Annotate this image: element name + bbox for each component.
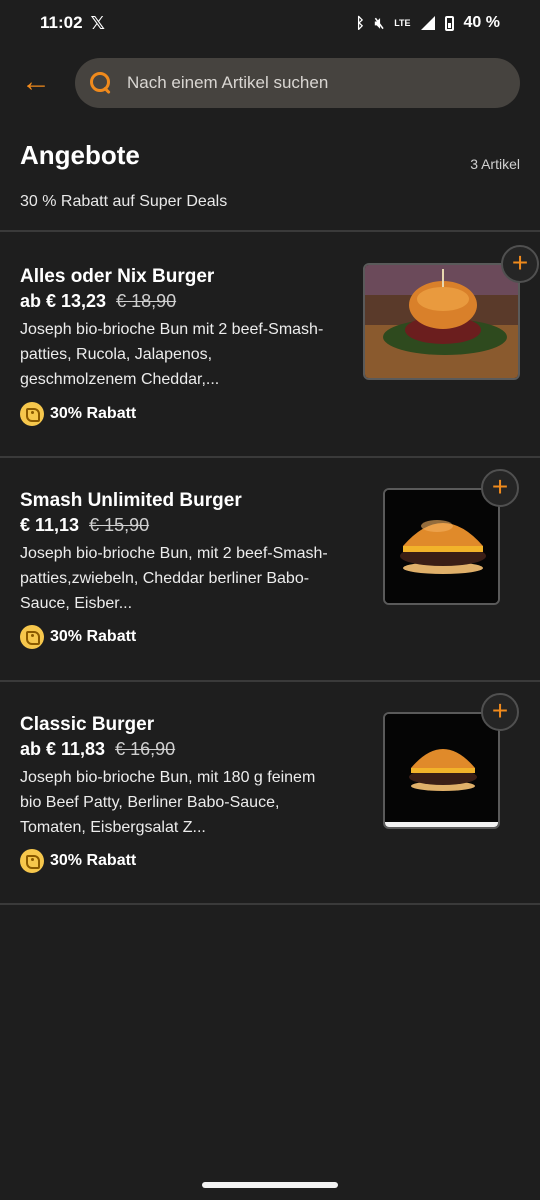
search-input[interactable]: Nach einem Artikel suchen xyxy=(75,58,520,108)
arrow-left-icon: ← xyxy=(21,65,51,98)
section-header: Angebote 3 Artikel xyxy=(20,140,520,172)
discount-tag-icon xyxy=(20,402,44,426)
x-app-icon: 𝕏 xyxy=(90,12,106,33)
product-description: Joseph bio-brioche Bun, mit 2 beef-Smash… xyxy=(20,545,328,612)
product-price: ab € 13,23 xyxy=(20,291,107,311)
discount-tag-icon xyxy=(20,625,44,649)
product-card[interactable]: Alles oder Nix Burger ab € 13,23 € 18,90… xyxy=(0,232,540,454)
price-row: € 11,13 € 15,90 xyxy=(20,515,149,536)
add-to-cart-button[interactable]: + xyxy=(501,245,539,283)
battery-icon xyxy=(444,15,454,31)
page-title: Angebote xyxy=(20,140,140,170)
product-old-price: € 18,90 xyxy=(116,291,177,311)
discount-badge: 30% Rabatt xyxy=(20,625,136,649)
home-indicator[interactable] xyxy=(202,1182,338,1188)
product-price: € 11,13 xyxy=(20,515,80,535)
back-button[interactable]: ← xyxy=(18,64,54,100)
burger-photo xyxy=(385,490,498,603)
product-old-price: € 15,90 xyxy=(89,515,150,535)
discount-tag-icon xyxy=(20,849,44,873)
product-name: Smash Unlimited Burger xyxy=(20,490,242,511)
discount-label: 30% Rabatt xyxy=(50,852,137,869)
product-name: Classic Burger xyxy=(20,714,155,735)
discount-label: 30% Rabatt xyxy=(50,628,137,645)
product-card[interactable]: Classic Burger ab € 11,83 € 16,90 Joseph… xyxy=(0,682,540,904)
plus-icon: + xyxy=(511,247,529,278)
search-icon xyxy=(89,71,113,95)
burger-photo xyxy=(365,265,518,378)
bluetooth-icon: ᛒ xyxy=(355,14,365,32)
top-bar: ← Nach einem Artikel suchen xyxy=(0,58,540,108)
product-description: Joseph bio-brioche Bun, mit 180 g feinem… xyxy=(20,769,316,836)
search-placeholder: Nach einem Artikel suchen xyxy=(127,73,329,92)
signal-icon xyxy=(420,16,435,30)
discount-label: 30% Rabatt xyxy=(50,405,137,422)
product-old-price: € 16,90 xyxy=(115,739,176,759)
product-image[interactable] xyxy=(383,488,500,605)
status-bar: 11:02 𝕏 ᛒ 🔇︎ LTE 40 % xyxy=(0,0,540,46)
product-price: ab € 11,83 xyxy=(20,739,106,759)
discount-badge: 30% Rabatt xyxy=(20,402,136,426)
divider xyxy=(0,903,540,905)
battery-level: 40 % xyxy=(463,14,500,31)
item-count: 3 Artikel xyxy=(470,156,520,172)
status-time: 11:02 xyxy=(40,13,83,32)
section-subtitle: 30 % Rabatt auf Super Deals xyxy=(20,193,228,210)
product-description: Joseph bio-brioche Bun mit 2 beef-Smash-… xyxy=(20,321,324,388)
price-row: ab € 13,23 € 18,90 xyxy=(20,291,176,312)
product-name: Alles oder Nix Burger xyxy=(20,266,215,287)
product-image[interactable] xyxy=(363,263,520,380)
add-to-cart-button[interactable]: + xyxy=(481,693,519,731)
plus-icon: + xyxy=(491,695,509,726)
plus-icon: + xyxy=(491,471,509,502)
add-to-cart-button[interactable]: + xyxy=(481,469,519,507)
lte-indicator: LTE xyxy=(394,17,411,28)
price-row: ab € 11,83 € 16,90 xyxy=(20,739,175,760)
burger-photo xyxy=(385,714,498,827)
product-card[interactable]: Smash Unlimited Burger € 11,13 € 15,90 J… xyxy=(0,458,540,680)
product-image[interactable] xyxy=(383,712,500,829)
mute-icon: 🔇︎ xyxy=(374,14,385,32)
discount-badge: 30% Rabatt xyxy=(20,849,136,873)
